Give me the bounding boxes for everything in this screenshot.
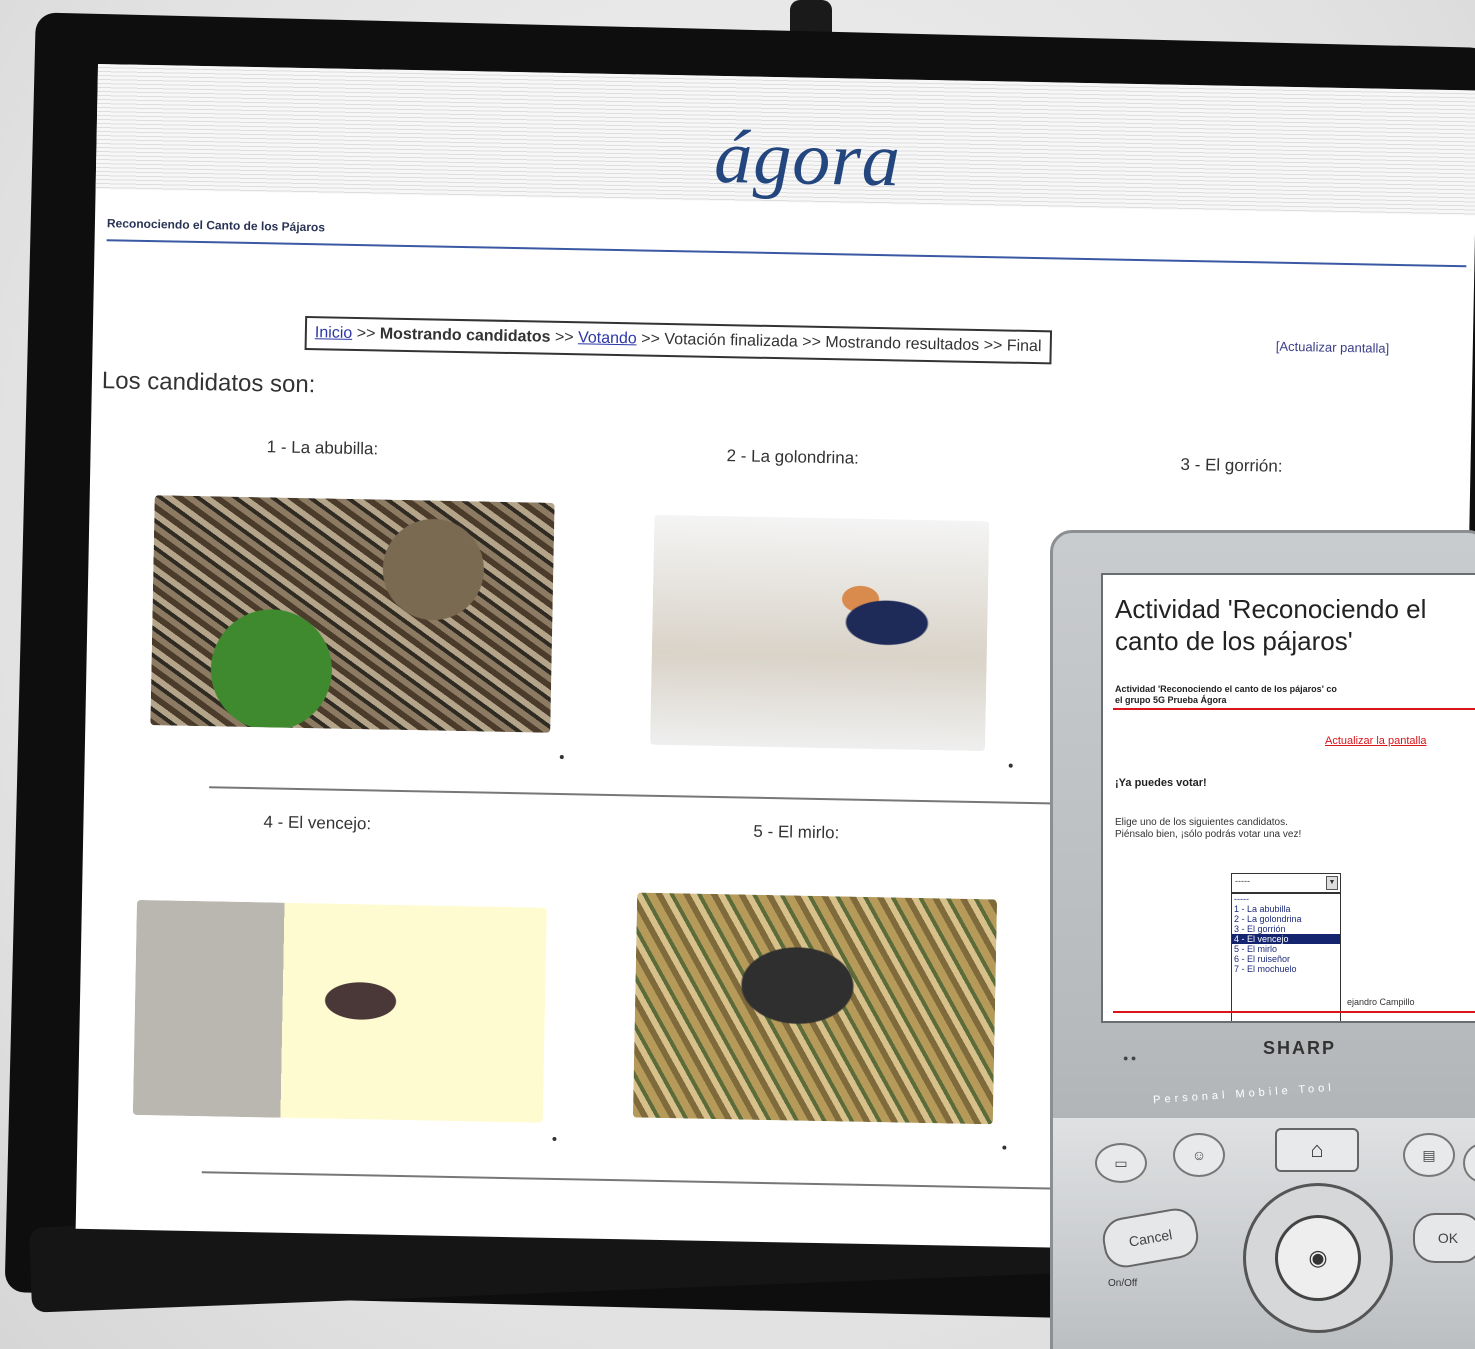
breadcrumb: Inicio >> Mostrando candidatos >> Votand… <box>304 316 1052 365</box>
pda-update-link[interactable]: Actualizar la pantalla <box>1325 735 1427 747</box>
calendar-icon[interactable]: ▭ <box>1095 1143 1147 1183</box>
breadcrumb-current-step: Mostrando candidatos <box>379 325 551 346</box>
breadcrumb-separator: >> <box>356 325 376 343</box>
breadcrumb-separator: >> <box>802 333 822 351</box>
candidates-heading: Los candidatos son: <box>101 367 316 399</box>
pda-activity-title: Actividad 'Reconociendo el canto de los … <box>1115 594 1427 656</box>
pda-instructions-line: Piénsalo bien, ¡sólo podrás votar una ve… <box>1115 829 1302 840</box>
pda-activity-description: Actividad 'Reconociendo el canto de los … <box>1115 684 1337 694</box>
row-divider <box>209 786 1089 806</box>
candidate-option[interactable]: 6 - El ruiseñor <box>1232 954 1340 964</box>
pda-vote-heading: ¡Ya puedes votar! <box>1115 777 1207 789</box>
pda-brand: SHARP <box>1263 1038 1337 1058</box>
candidate-label: 3 - El gorrión: <box>1180 454 1283 476</box>
candidate-label: 1 - La abubilla: <box>266 437 379 459</box>
candidate-select-value: ----- <box>1235 876 1250 886</box>
breadcrumb-resultados: Mostrando resultados <box>825 334 980 354</box>
candidate-option[interactable]: 2 - La golondrina <box>1232 914 1340 924</box>
breadcrumb-final: Final <box>1006 337 1042 356</box>
candidate-options-list[interactable]: ----- 1 - La abubilla 2 - La golondrina … <box>1231 893 1341 1021</box>
candidate-option[interactable]: ----- <box>1232 894 1340 904</box>
contacts-icon[interactable]: ☺ <box>1173 1133 1225 1177</box>
onoff-label: On/Off <box>1108 1278 1138 1289</box>
pda-divider <box>1113 708 1475 710</box>
candidate-option[interactable]: 1 - La abubilla <box>1232 904 1340 914</box>
breadcrumb-separator: >> <box>554 328 574 347</box>
menu-icon[interactable]: ▤ <box>1403 1133 1455 1177</box>
chevron-down-icon[interactable]: ▼ <box>1326 876 1338 890</box>
image-dot <box>552 1136 557 1141</box>
dpad-center-button[interactable]: ◉ <box>1275 1215 1361 1301</box>
pda-footer-divider <box>1113 1011 1475 1013</box>
breadcrumb-separator: >> <box>983 337 1003 355</box>
candidate-option-selected[interactable]: 4 - El vencejo <box>1232 934 1340 944</box>
breadcrumb-separator: >> <box>641 330 661 348</box>
breadcrumb-inicio-link[interactable]: Inicio <box>315 324 353 342</box>
candidate-label: 4 - El vencejo: <box>263 812 372 834</box>
pda-screen: Actividad 'Reconociendo el canto de los … <box>1101 573 1475 1023</box>
candidate-option[interactable]: 3 - El gorrión <box>1232 924 1340 934</box>
breadcrumb-votando-link[interactable]: Votando <box>578 329 637 347</box>
pda-group-name: el grupo 5G Prueba Ágora <box>1115 695 1227 705</box>
row-divider <box>201 1171 1082 1191</box>
candidate-select[interactable]: ----- ▼ <box>1231 873 1341 893</box>
agora-logo: ágora <box>713 114 902 203</box>
blackbird-image <box>632 892 998 1125</box>
pda-tagline: Personal Mobile Tool <box>1152 1081 1336 1107</box>
home-icon[interactable]: ⌂ <box>1275 1128 1359 1172</box>
hoopoe-image <box>150 495 555 733</box>
pda-status-leds: ● ● <box>1123 1053 1137 1063</box>
candidate-option[interactable]: 7 - El mochuelo <box>1232 964 1340 974</box>
swallow-image <box>650 514 990 752</box>
swift-image <box>132 899 547 1123</box>
image-dot <box>559 754 564 760</box>
candidate-label: 5 - El mirlo: <box>753 821 840 843</box>
ok-button[interactable]: OK <box>1413 1213 1475 1263</box>
refresh-screen-link[interactable]: [Actualizar pantalla] <box>1276 339 1390 356</box>
candidate-label: 2 - La golondrina: <box>726 446 860 468</box>
pda-device: Actividad 'Reconociendo el canto de los … <box>1050 530 1475 1349</box>
image-dot <box>1008 763 1013 768</box>
header-divider <box>106 239 1467 268</box>
image-dot <box>1002 1145 1007 1150</box>
pda-instructions-line: Elige uno de los siguientes candidatos. <box>1115 817 1288 828</box>
activity-subtitle: Reconociendo el Canto de los Pájaros <box>106 216 326 235</box>
candidate-option[interactable]: 5 - El mirlo <box>1232 944 1340 954</box>
pda-instructions: Elige uno de los siguientes candidatos. … <box>1115 817 1301 841</box>
pda-author: ejandro Campillo <box>1347 997 1415 1007</box>
breadcrumb-finalizada: Votación finalizada <box>664 330 798 351</box>
